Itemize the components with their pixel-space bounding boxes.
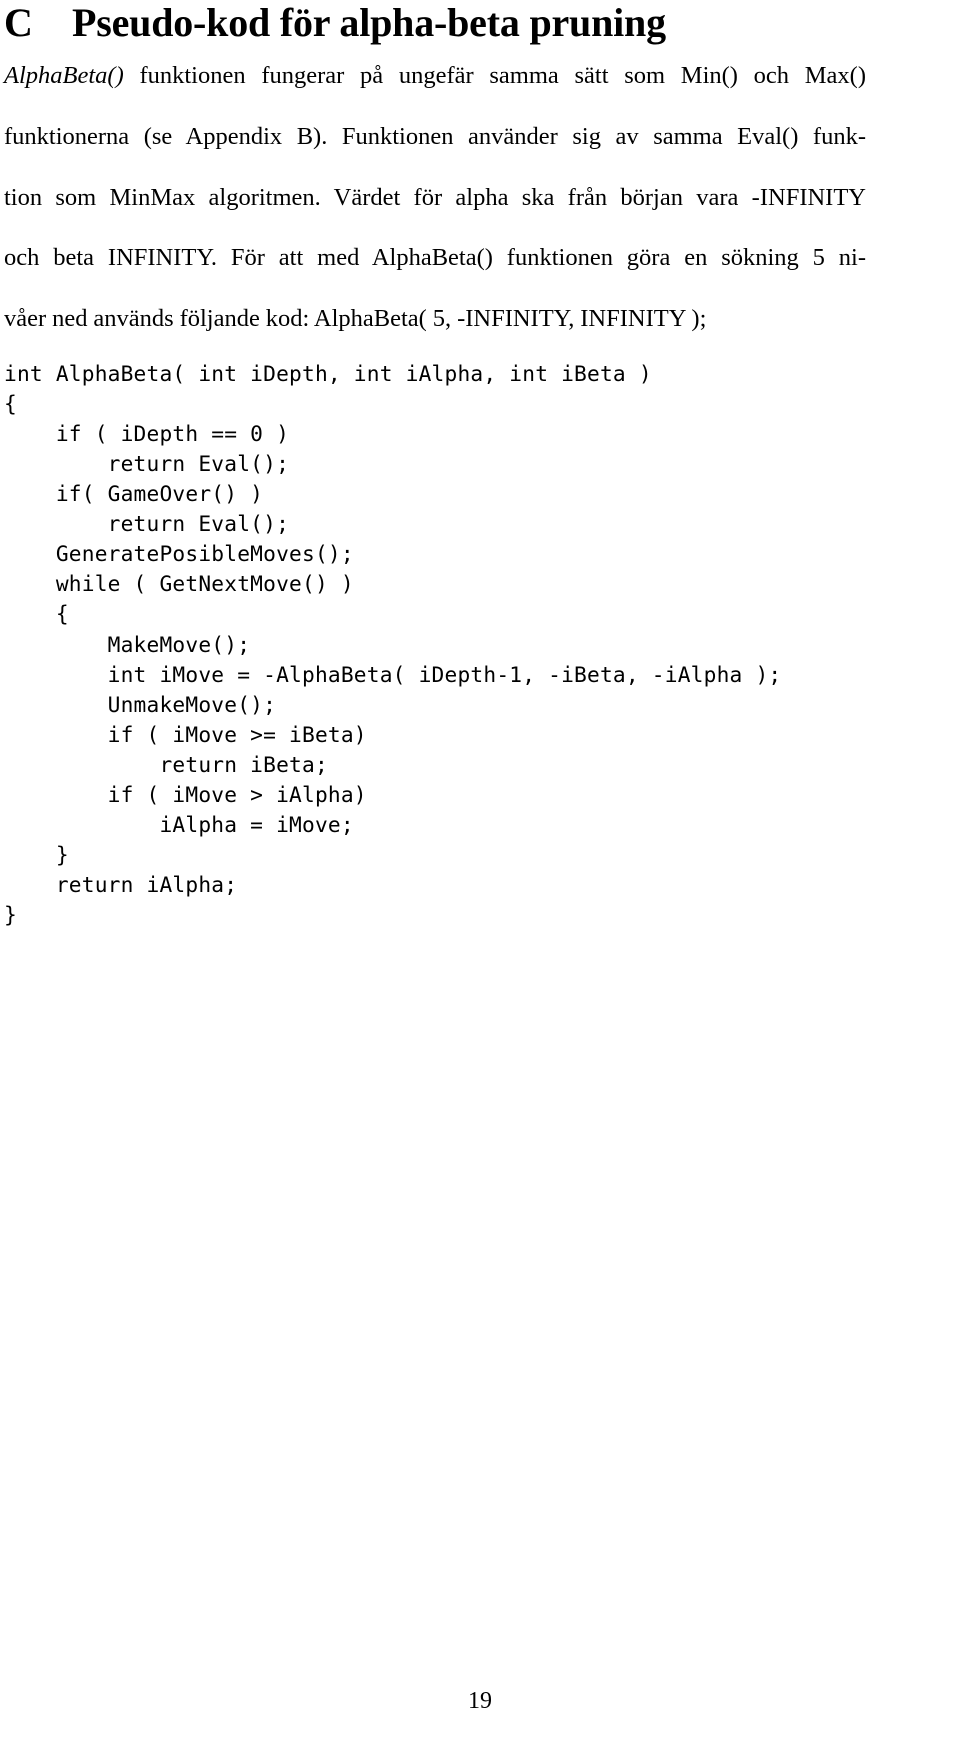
code-line: return Eval(); xyxy=(4,450,290,476)
code-line: UnmakeMove(); xyxy=(4,691,277,717)
code-line: return Eval(); xyxy=(4,511,290,537)
paragraph-line-text: funktionen fungerar på ungefär samma sät… xyxy=(123,62,866,89)
paragraph-line-text: och beta INFINITY. För att med AlphaBeta… xyxy=(4,244,866,272)
document-page: C Pseudo-kod för alpha-beta pruning Alph… xyxy=(0,0,960,1754)
code-line: return iBeta; xyxy=(4,751,328,777)
code-listing: int AlphaBeta( int iDepth, int iAlpha, i… xyxy=(4,335,868,931)
paragraph-line-text: tion som MinMax algoritmen. Värdet för a… xyxy=(4,183,866,211)
code-line: if ( iMove >= iBeta) xyxy=(4,721,367,747)
section-letter: C xyxy=(4,0,33,45)
paragraph-line: tion som MinMax algoritmen. Värdet för a… xyxy=(4,183,866,244)
code-line: } xyxy=(4,902,17,928)
code-line: int iMove = -AlphaBeta( iDepth-1, -iBeta… xyxy=(4,661,782,687)
code-line: while ( GetNextMove() ) xyxy=(4,571,354,597)
section-heading: C Pseudo-kod för alpha-beta pruning xyxy=(4,0,868,44)
code-line: return iAlpha; xyxy=(4,872,238,898)
code-line: } xyxy=(4,842,69,868)
section-title: Pseudo-kod för alpha-beta pruning xyxy=(72,0,666,45)
paragraph-line-text: funktionerna (se Appendix B). Funktionen… xyxy=(4,122,866,150)
code-line: iAlpha = iMove; xyxy=(4,812,354,838)
code-line: if ( iDepth == 0 ) xyxy=(4,420,290,446)
intro-paragraph: AlphaBeta() funktionen fungerar på ungef… xyxy=(4,44,866,335)
code-line: MakeMove(); xyxy=(4,631,251,657)
code-line: if ( iMove > iAlpha) xyxy=(4,781,367,807)
code-line: { xyxy=(4,601,69,627)
page-content: C Pseudo-kod för alpha-beta pruning Alph… xyxy=(4,0,868,930)
code-line: int AlphaBeta( int iDepth, int iAlpha, i… xyxy=(4,360,652,386)
paragraph-line: AlphaBeta() funktionen fungerar på ungef… xyxy=(4,61,866,122)
paragraph-line: våer ned används följande kod: AlphaBeta… xyxy=(4,304,866,334)
page-number: 19 xyxy=(468,1688,492,1714)
code-line: if( GameOver() ) xyxy=(4,481,264,507)
paragraph-line: funktionerna (se Appendix B). Funktionen… xyxy=(4,122,866,183)
code-line: GeneratePosibleMoves(); xyxy=(4,541,354,567)
paragraph-line-text: våer ned används följande kod: AlphaBeta… xyxy=(4,305,707,333)
code-line: { xyxy=(4,390,17,416)
paragraph-italic-term: AlphaBeta() xyxy=(4,62,124,89)
paragraph-line: och beta INFINITY. För att med AlphaBeta… xyxy=(4,243,866,304)
